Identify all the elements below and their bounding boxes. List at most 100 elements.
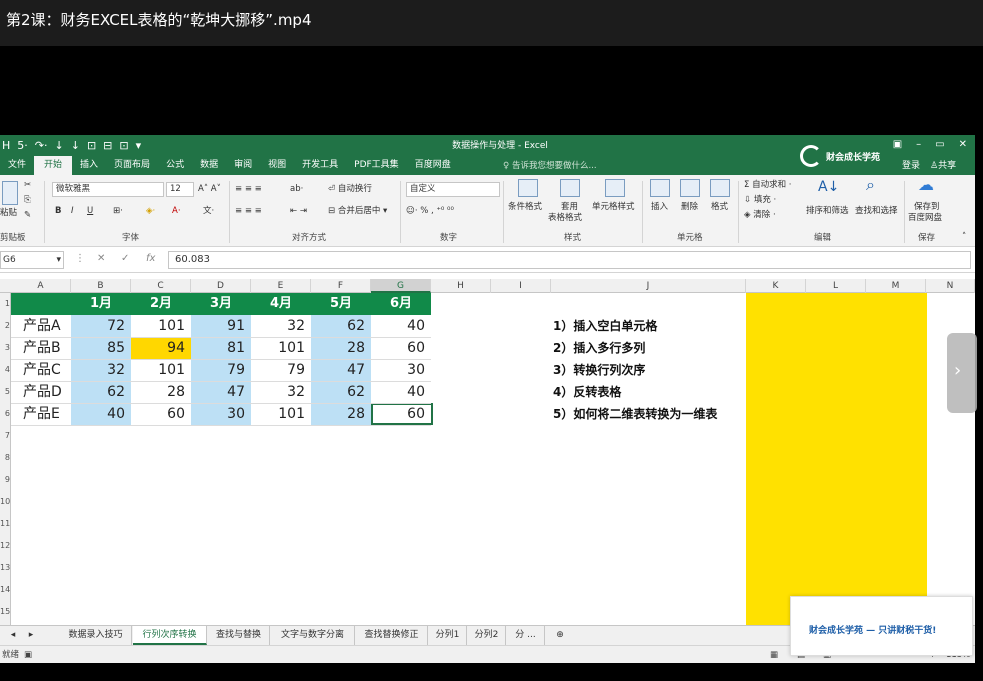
share-button[interactable]: ♙共享 [930,158,956,174]
paste-icon[interactable] [2,181,18,205]
value-cell[interactable]: 40 [71,403,131,425]
month-header[interactable]: 5月 [311,293,371,315]
column-header[interactable]: N [926,279,975,293]
font-name-select[interactable]: 微软雅黑 [52,182,164,197]
header-cell-empty[interactable] [11,293,71,315]
row-header[interactable]: 2 [0,315,11,337]
sheet-tab[interactable]: 文字与数字分离 [271,626,355,645]
product-name-cell[interactable]: 产品D [11,381,71,403]
row-header[interactable]: 4 [0,359,11,381]
value-cell[interactable]: 28 [311,403,371,425]
copy-icon[interactable]: ⎘ [24,194,31,206]
enter-icon[interactable]: ✓ [121,253,129,264]
add-sheet-icon[interactable]: ⊕ [550,626,570,645]
value-cell[interactable]: 32 [251,315,311,337]
column-header[interactable]: H [431,279,491,293]
value-cell[interactable]: 30 [191,403,251,425]
format-painter-icon[interactable]: ✎ [24,209,31,221]
italic-icon[interactable]: I [71,205,74,217]
column-header[interactable]: J [551,279,746,293]
preview-icon[interactable]: ⊡ [87,138,96,154]
column-header-selected[interactable]: G [371,279,431,293]
row-header[interactable]: 14 [0,579,11,601]
column-header[interactable]: C [131,279,191,293]
sheet-tab[interactable]: 分 ... [507,626,545,645]
value-cell[interactable]: 60 [131,403,191,425]
tab-data[interactable]: 数据 [192,156,226,175]
sort-desc-icon[interactable]: ↓ [71,138,80,154]
sheet-tab[interactable]: 查找与替换 [208,626,270,645]
search-icon[interactable]: ⌕ [866,177,875,193]
row-header[interactable]: 8 [0,447,11,469]
fill-color-icon[interactable]: ◈· [146,205,155,217]
value-cell[interactable]: 28 [131,381,191,403]
ribbon-options-icon[interactable]: ▣ [893,137,902,153]
table-format-label-2[interactable]: 表格格式 [548,212,582,224]
value-cell[interactable]: 47 [191,381,251,403]
find-select-label[interactable]: 查找和选择 [855,205,898,217]
insert-cells-icon[interactable] [650,179,670,197]
column-header[interactable]: I [491,279,551,293]
tab-developer[interactable]: 开发工具 [294,156,346,175]
print-icon[interactable]: ⊟ [103,138,112,154]
next-button[interactable]: › [947,333,977,413]
wrap-text-button[interactable]: ⏎ 自动换行 [328,183,372,195]
login-button[interactable]: 登录 [902,158,920,174]
sheet-tab[interactable]: 分列1 [429,626,467,645]
column-header[interactable]: M [866,279,926,293]
value-cell[interactable]: 60 [371,337,431,359]
delete-cells-icon[interactable] [680,179,700,197]
value-cell[interactable]: 101 [251,403,311,425]
delete-cells-label[interactable]: 删除 [681,201,698,213]
value-cell[interactable]: 85 [71,337,131,359]
fill-button[interactable]: ⇩ 填充 · [744,194,776,206]
value-cell[interactable]: 79 [191,359,251,381]
insert-function-icon[interactable]: fx [146,253,155,264]
highlighted-value-cell[interactable]: 94 [131,337,191,359]
product-name-cell[interactable]: 产品A [11,315,71,337]
value-cell[interactable]: 62 [311,315,371,337]
baidu-cloud-icon[interactable]: ☁ [918,177,934,193]
value-cell[interactable]: 30 [371,359,431,381]
sheet-tab[interactable]: 分列2 [468,626,506,645]
redo-icon[interactable]: ↷· [35,138,48,154]
product-name-cell[interactable]: 产品C [11,359,71,381]
tab-view[interactable]: 视图 [260,156,294,175]
cell-style-icon[interactable] [605,179,625,197]
value-cell[interactable]: 101 [131,315,191,337]
customize-qat-icon[interactable]: ▾ [136,138,142,154]
sort-asc-icon[interactable]: ↓ [55,138,64,154]
column-header[interactable]: D [191,279,251,293]
value-cell[interactable]: 81 [191,337,251,359]
cut-icon[interactable]: ✂ [24,179,31,191]
align-top-icon[interactable]: ≡ ≡ ≡ [235,183,262,195]
row-header[interactable]: 11 [0,513,11,535]
clear-button[interactable]: ◈ 清除 · [744,209,776,221]
tell-me-input[interactable]: ♀ 告诉我您想要做什么... [503,158,597,174]
tab-scroll-right-icon[interactable]: ▸ [22,626,40,645]
sort-filter-icon[interactable]: A↓ [818,180,839,194]
undo-icon[interactable]: 5· [17,138,28,154]
conditional-format-label[interactable]: 条件格式 [508,201,542,213]
value-cell[interactable]: 79 [251,359,311,381]
active-cell[interactable]: 60 [371,403,433,425]
tab-file[interactable]: 文件 [0,156,34,175]
value-cell[interactable]: 28 [311,337,371,359]
column-header[interactable]: A [11,279,71,293]
sheet-tab[interactable]: 查找替换修正 [356,626,428,645]
column-header[interactable]: K [746,279,806,293]
value-cell[interactable]: 91 [191,315,251,337]
tab-formulas[interactable]: 公式 [158,156,192,175]
conditional-format-icon[interactable] [518,179,538,197]
tab-baidu-netdisk[interactable]: 百度网盘 [407,156,459,175]
restore-icon[interactable]: ▭ [935,137,944,153]
font-grow-icon[interactable]: A˄ A˅ [198,183,221,195]
column-header[interactable]: F [311,279,371,293]
formula-input[interactable]: 60.083 [168,251,971,269]
merge-center-button[interactable]: ⊟ 合并后居中 ▾ [328,205,387,217]
table-format-icon[interactable] [560,179,580,197]
yellow-filled-range[interactable] [746,293,927,643]
minimize-icon[interactable]: – [916,137,921,153]
row-header[interactable]: 12 [0,535,11,557]
tab-home[interactable]: 开始 [34,156,73,175]
